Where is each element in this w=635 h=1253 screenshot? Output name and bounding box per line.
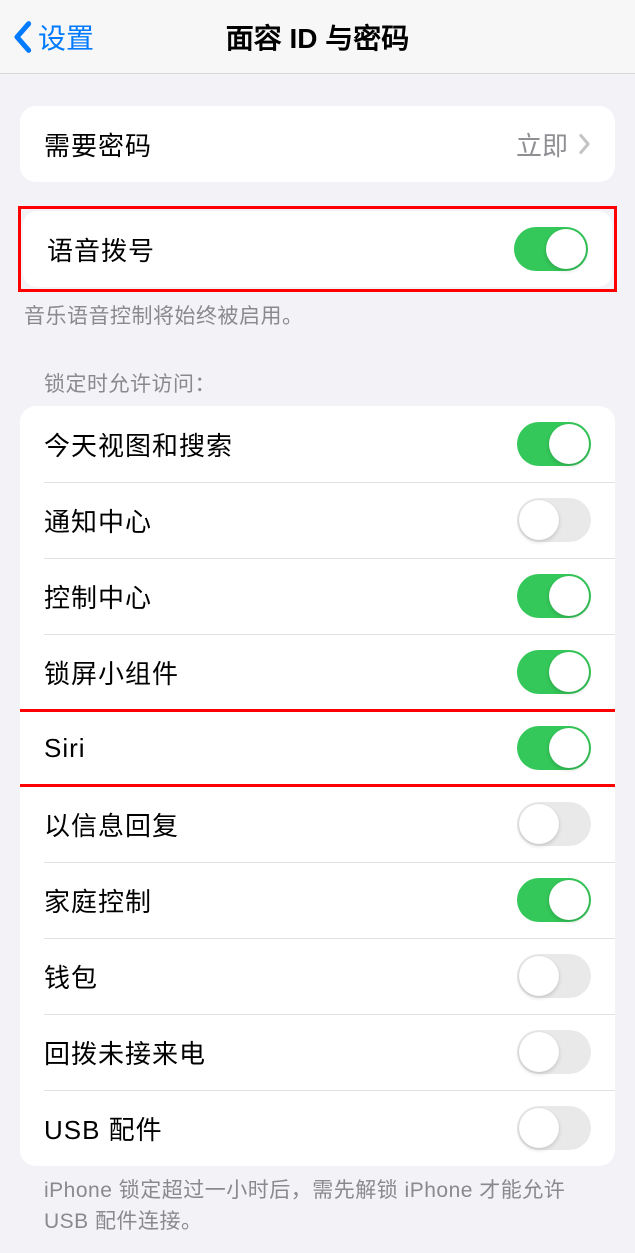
toggle-knob — [549, 880, 589, 920]
locked-access-toggle[interactable] — [517, 1106, 591, 1150]
locked-access-toggle[interactable] — [517, 726, 591, 770]
toggle-knob — [549, 728, 589, 768]
locked-access-label: 以信息回复 — [44, 806, 179, 843]
require-passcode-row[interactable]: 需要密码 立即 — [20, 106, 615, 182]
toggle-knob — [519, 500, 559, 540]
locked-access-toggle[interactable] — [517, 498, 591, 542]
locked-access-label: 今天视图和搜索 — [44, 426, 233, 463]
voice-dial-footer: 音乐语音控制将始终被启用。 — [24, 302, 611, 332]
page-title: 面容 ID 与密码 — [0, 17, 635, 57]
locked-access-label: 回拨未接来电 — [44, 1034, 206, 1071]
locked-access-row: 锁屏小组件 — [20, 634, 615, 710]
locked-access-row: 今天视图和搜索 — [20, 406, 615, 482]
back-button[interactable]: 设置 — [0, 17, 94, 57]
locked-access-row: 钱包 — [20, 938, 615, 1014]
locked-access-label: 控制中心 — [44, 578, 152, 615]
locked-access-row: Siri — [20, 710, 615, 786]
locked-access-toggle[interactable] — [517, 422, 591, 466]
locked-access-group: 今天视图和搜索通知中心控制中心锁屏小组件 Siri 以信息回复家庭控制钱包回拨未接来… — [20, 406, 615, 1166]
locked-access-toggle[interactable] — [517, 1030, 591, 1074]
chevron-left-icon — [12, 20, 32, 54]
locked-access-label: USB 配件 — [44, 1110, 163, 1147]
locked-access-row: 回拨未接来电 — [20, 1014, 615, 1090]
locked-access-toggle[interactable] — [517, 802, 591, 846]
back-label: 设置 — [38, 17, 94, 57]
locked-access-label: 家庭控制 — [44, 882, 152, 919]
nav-bar: 设置 面容 ID 与密码 — [0, 0, 635, 74]
locked-access-toggle[interactable] — [517, 574, 591, 618]
locked-access-row: 控制中心 — [20, 558, 615, 634]
toggle-knob — [519, 1032, 559, 1072]
locked-access-row: USB 配件 — [20, 1090, 615, 1166]
require-passcode-value: 立即 — [516, 126, 568, 163]
toggle-knob — [519, 956, 559, 996]
locked-access-toggle[interactable] — [517, 650, 591, 694]
voice-dial-row: 语音拨号 — [23, 211, 612, 287]
locked-access-label: 锁屏小组件 — [44, 654, 179, 691]
locked-access-label: Siri — [44, 733, 86, 764]
locked-access-row: 以信息回复 — [20, 786, 615, 862]
locked-access-label: 钱包 — [44, 958, 98, 995]
locked-access-row: 通知中心 — [20, 482, 615, 558]
toggle-knob — [549, 652, 589, 692]
locked-access-label: 通知中心 — [44, 502, 152, 539]
voice-dial-highlight: 语音拨号 — [18, 206, 617, 292]
toggle-knob — [549, 576, 589, 616]
require-passcode-label: 需要密码 — [44, 126, 152, 163]
toggle-knob — [549, 424, 589, 464]
voice-dial-toggle[interactable] — [514, 227, 588, 271]
voice-dial-label: 语音拨号 — [47, 231, 155, 268]
locked-access-footer: iPhone 锁定超过一小时后，需先解锁 iPhone 才能允许 USB 配件连… — [44, 1176, 591, 1237]
toggle-knob — [546, 229, 586, 269]
locked-access-row: 家庭控制 — [20, 862, 615, 938]
toggle-knob — [519, 1108, 559, 1148]
locked-access-toggle[interactable] — [517, 878, 591, 922]
locked-access-header: 锁定时允许访问： — [44, 368, 591, 398]
locked-access-toggle[interactable] — [517, 954, 591, 998]
toggle-knob — [519, 804, 559, 844]
chevron-right-icon — [578, 133, 591, 155]
